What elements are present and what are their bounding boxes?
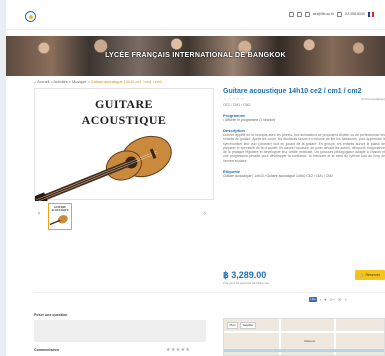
question-heading: Poser une question: [34, 313, 68, 317]
top-bar-contact: aet@lfib.ac.th 02-056-8000: [288, 11, 374, 18]
page-frame: aet@lfib.ac.th 02-056-8000 LYCÉE FRANÇAI…: [6, 0, 385, 356]
home-icon[interactable]: ⌂: [34, 80, 36, 84]
comments-heading: Commentaires: [34, 348, 59, 352]
breadcrumb-activites[interactable]: Activités: [54, 80, 68, 84]
more-share-icon[interactable]: +: [344, 297, 346, 302]
description-text: Donner appétit de la musique avec les je…: [223, 133, 385, 163]
map-road: [224, 331, 384, 333]
share-bar: Like f ♥ G+ ✉ +: [309, 297, 347, 302]
breadcrumb: ⌂ Accueil > Activités > Musique > Guitar…: [34, 80, 162, 84]
top-bar: aet@lfib.ac.th 02-056-8000: [6, 0, 385, 30]
facebook-share-icon[interactable]: f: [320, 297, 321, 302]
map-canal: [224, 349, 384, 352]
programme-link[interactable]: ▪ Afficher le programme (1 séance): [223, 118, 385, 122]
map-place-label: Wattana: [304, 339, 316, 343]
french-flag-icon[interactable]: [368, 12, 374, 17]
header-banner: LYCÉE FRANÇAIS INTERNATIONAL DE BANGKOK: [6, 36, 385, 76]
contact-email[interactable]: aet@lfib.ac.th: [313, 11, 334, 18]
map-type-satellite[interactable]: Satellite: [240, 322, 256, 329]
product-details: Guitare acoustique 14h10 ce2 / cm1 / cm2…: [223, 88, 385, 178]
section-divider: [34, 292, 385, 293]
facebook-like-button[interactable]: Like: [309, 297, 318, 302]
google-plus-icon[interactable]: G+: [330, 297, 335, 302]
thumbnail-strip: ‹ GUITARE ACOUSTIQUE ›: [34, 203, 214, 231]
breadcrumb-separator: >: [68, 80, 71, 84]
comment-rating-stars[interactable]: ★★★★★: [166, 347, 190, 353]
product-levels: CE2 / CM1 / CM2: [223, 103, 251, 107]
thumbnail-1[interactable]: GUITARE ACOUSTIQUE: [48, 203, 72, 230]
product-price: ฿ 3,289.00: [223, 270, 267, 280]
next-arrow-icon[interactable]: ›: [204, 211, 206, 217]
map-type-plan[interactable]: Plan: [227, 322, 239, 329]
product-title: Guitare acoustique 14h10 ce2 / cm1 / cm2: [223, 88, 362, 95]
price-note: Prix pour 10 séances (HT/Etrenne): [223, 281, 270, 285]
breadcrumb-musique[interactable]: Musique: [72, 80, 86, 84]
reserve-button[interactable]: 🛒 Réserver: [355, 270, 385, 280]
thumbnail-line2: ACOUSTIQUE: [51, 209, 69, 212]
guitar-illustration: [35, 135, 172, 201]
question-input[interactable]: [34, 320, 206, 342]
school-logo-icon[interactable]: [25, 11, 36, 22]
mail-icon: [304, 12, 310, 17]
email-share-icon[interactable]: ✉: [338, 297, 341, 302]
prev-arrow-icon[interactable]: ‹: [38, 211, 40, 217]
contact-phone[interactable]: 02-056-8000: [345, 11, 365, 18]
breadcrumb-separator: >: [87, 80, 90, 84]
banner-title: LYCÉE FRANÇAIS INTERNATIONAL DE BANGKOK: [105, 52, 286, 59]
breadcrumb-separator: >: [50, 80, 53, 84]
product-image[interactable]: GUITARE ACOUSTIQUE: [34, 88, 214, 201]
programme-link-text[interactable]: Afficher le programme (1 séance): [225, 118, 275, 122]
breadcrumb-current: Guitare acoustique 14h10 ce2 / cm1 / cm2: [90, 80, 163, 84]
location-map[interactable]: Plan Satellite Wattana: [223, 318, 385, 356]
reserve-button-label: Réserver: [365, 273, 381, 277]
cart-icon[interactable]: [296, 12, 302, 17]
user-icon[interactable]: [288, 12, 294, 17]
etiquette-text[interactable]: Guitare acoustique / 14h10 / Guitare aco…: [223, 174, 385, 178]
comments-count[interactable]: (0 Commentaires): [361, 97, 385, 101]
phone-icon: [337, 12, 343, 17]
thumbnail-guitar-illustration: [49, 215, 68, 226]
favorite-icon[interactable]: ♥: [324, 297, 326, 302]
breadcrumb-home[interactable]: Accueil: [37, 80, 49, 84]
